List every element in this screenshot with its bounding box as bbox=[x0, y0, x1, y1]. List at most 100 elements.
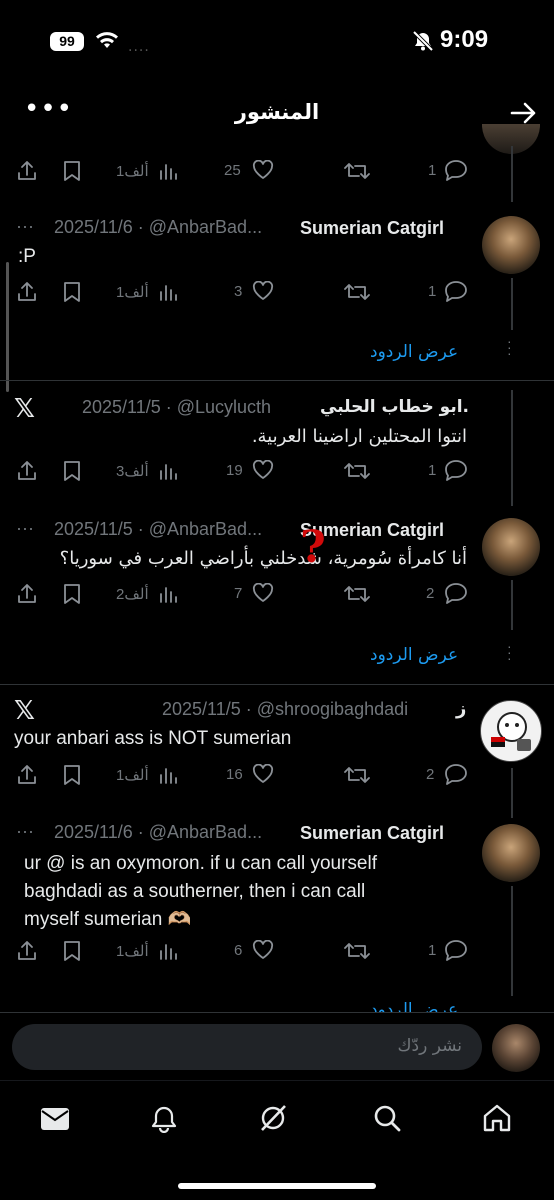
reply-input[interactable]: نشر ردّك bbox=[12, 1024, 482, 1070]
grok-icon[interactable] bbox=[258, 1103, 288, 1133]
bookmark-icon[interactable] bbox=[62, 764, 82, 786]
tweet-author[interactable]: Sumerian Catgirl bbox=[300, 823, 444, 844]
heart-icon[interactable] bbox=[252, 160, 274, 180]
heart-icon[interactable] bbox=[252, 940, 274, 960]
tweet-handle-date[interactable]: 2025/11/5 · @Lucylucth bbox=[82, 397, 271, 418]
reply-icon[interactable] bbox=[444, 763, 468, 785]
retweet-icon[interactable] bbox=[344, 281, 370, 303]
thread-line bbox=[511, 278, 513, 330]
reply-count: 1 bbox=[428, 283, 437, 300]
show-replies-link[interactable]: عرض الردود bbox=[370, 645, 458, 665]
retweet-icon[interactable] bbox=[344, 764, 370, 786]
tweet-handle-date[interactable]: 2025/11/6 · @AnbarBad... bbox=[54, 217, 262, 238]
avatar[interactable] bbox=[482, 824, 540, 882]
heart-icon[interactable] bbox=[252, 583, 274, 603]
bookmark-icon[interactable] bbox=[62, 160, 82, 182]
retweet-icon[interactable] bbox=[344, 460, 370, 482]
avatar[interactable] bbox=[492, 1024, 540, 1072]
tweet-author[interactable]: ز bbox=[456, 698, 466, 719]
avatar[interactable] bbox=[482, 518, 540, 576]
reply-count: 1 bbox=[428, 462, 437, 479]
share-icon[interactable] bbox=[16, 583, 38, 605]
reply-icon[interactable] bbox=[444, 159, 468, 181]
tweet-text: :P bbox=[18, 246, 36, 267]
divider bbox=[0, 380, 554, 381]
reply-count: 1 bbox=[428, 942, 437, 959]
reply-icon[interactable] bbox=[444, 939, 468, 961]
heart-icon[interactable] bbox=[252, 281, 274, 301]
bookmark-icon[interactable] bbox=[62, 940, 82, 962]
views-count: 2ألف bbox=[116, 586, 149, 603]
like-count: 6 bbox=[234, 942, 243, 959]
reply-count: 2 bbox=[426, 585, 435, 602]
reply-count: 2 bbox=[426, 766, 435, 783]
retweet-icon[interactable] bbox=[344, 583, 370, 605]
share-icon[interactable] bbox=[16, 460, 38, 482]
mail-icon[interactable] bbox=[40, 1107, 70, 1131]
heart-icon[interactable] bbox=[252, 460, 274, 480]
page-title: المنشور bbox=[234, 100, 320, 124]
bookmark-icon[interactable] bbox=[62, 281, 82, 303]
views-icon[interactable] bbox=[158, 941, 178, 961]
tweet-author[interactable]: ابو خطاب الحلبي. bbox=[320, 397, 469, 417]
like-count: 7 bbox=[234, 585, 243, 602]
tweet-more-button[interactable]: ··· bbox=[16, 216, 34, 237]
reply-icon[interactable] bbox=[444, 582, 468, 604]
bell-muted-icon bbox=[412, 30, 434, 52]
reply-icon[interactable] bbox=[444, 280, 468, 302]
home-icon[interactable] bbox=[482, 1103, 512, 1133]
share-icon[interactable] bbox=[16, 160, 38, 182]
tweet-more-button[interactable]: ··· bbox=[16, 518, 34, 539]
tweet-handle-date[interactable]: 2025/11/6 · @AnbarBad... bbox=[54, 822, 262, 843]
avatar[interactable] bbox=[482, 216, 540, 274]
show-replies-link[interactable]: عرض الردود bbox=[370, 342, 458, 362]
x-logo-icon[interactable]: 𝕏 bbox=[14, 696, 35, 726]
thread-line bbox=[511, 768, 513, 818]
views-icon[interactable] bbox=[158, 161, 178, 181]
scrollbar[interactable] bbox=[6, 262, 9, 392]
header: ••• المنشور bbox=[0, 80, 554, 154]
tweet-text: your anbari ass is NOT sumerian bbox=[14, 728, 292, 749]
retweet-icon[interactable] bbox=[344, 160, 370, 182]
tweet-handle-date[interactable]: 2025/11/5 · @AnbarBad... bbox=[54, 519, 262, 540]
share-icon[interactable] bbox=[16, 764, 38, 786]
reply-placeholder: نشر ردّك bbox=[397, 1036, 462, 1056]
views-icon[interactable] bbox=[158, 765, 178, 785]
like-count: 19 bbox=[226, 462, 243, 479]
heart-icon[interactable] bbox=[252, 764, 274, 784]
search-icon[interactable] bbox=[372, 1103, 402, 1133]
views-count: 3ألف bbox=[116, 463, 149, 480]
thread-dots: · · · bbox=[507, 333, 512, 361]
reply-icon[interactable] bbox=[444, 459, 468, 481]
views-count: 1ألف bbox=[116, 943, 149, 960]
views-count: 1ألف bbox=[116, 767, 149, 784]
tweet-author[interactable]: Sumerian Catgirl bbox=[300, 218, 444, 239]
bell-icon[interactable] bbox=[150, 1105, 178, 1133]
tweet-handle-date[interactable]: 2025/11/5 · @shroogibaghdadi bbox=[162, 699, 408, 720]
bookmark-icon[interactable] bbox=[62, 460, 82, 482]
views-count: 1ألف bbox=[116, 163, 149, 180]
status-bar: 99 ···· 9:09 bbox=[0, 0, 554, 80]
question-mark-annotation: ? bbox=[300, 522, 326, 573]
like-count: 25 bbox=[224, 162, 241, 179]
home-indicator bbox=[178, 1183, 376, 1189]
bookmark-icon[interactable] bbox=[62, 583, 82, 605]
share-icon[interactable] bbox=[16, 940, 38, 962]
x-logo-icon[interactable]: 𝕏 bbox=[14, 394, 35, 424]
views-icon[interactable] bbox=[158, 584, 178, 604]
tweet-text-line: myself sumerian 🫶🏼 bbox=[24, 909, 192, 930]
views-icon[interactable] bbox=[158, 282, 178, 302]
clock: 9:09 bbox=[440, 26, 489, 53]
views-icon[interactable] bbox=[158, 461, 178, 481]
tweet-more-button[interactable]: ··· bbox=[16, 821, 34, 842]
thread-line bbox=[511, 886, 513, 996]
tweet-text: انتوا المحتلين اراضينا العربية. bbox=[251, 426, 467, 447]
back-arrow-icon[interactable] bbox=[510, 102, 538, 124]
tweet-text-line: ur @ is an oxymoron. if u can call yours… bbox=[24, 853, 377, 874]
retweet-icon[interactable] bbox=[344, 940, 370, 962]
tweet-text: أنا كامرأة سُومرية، شدخلني بأراضي العرب … bbox=[59, 548, 467, 569]
avatar[interactable] bbox=[480, 700, 542, 762]
share-icon[interactable] bbox=[16, 281, 38, 303]
thread-dots: · · · bbox=[507, 638, 512, 666]
thread-line bbox=[511, 580, 513, 630]
